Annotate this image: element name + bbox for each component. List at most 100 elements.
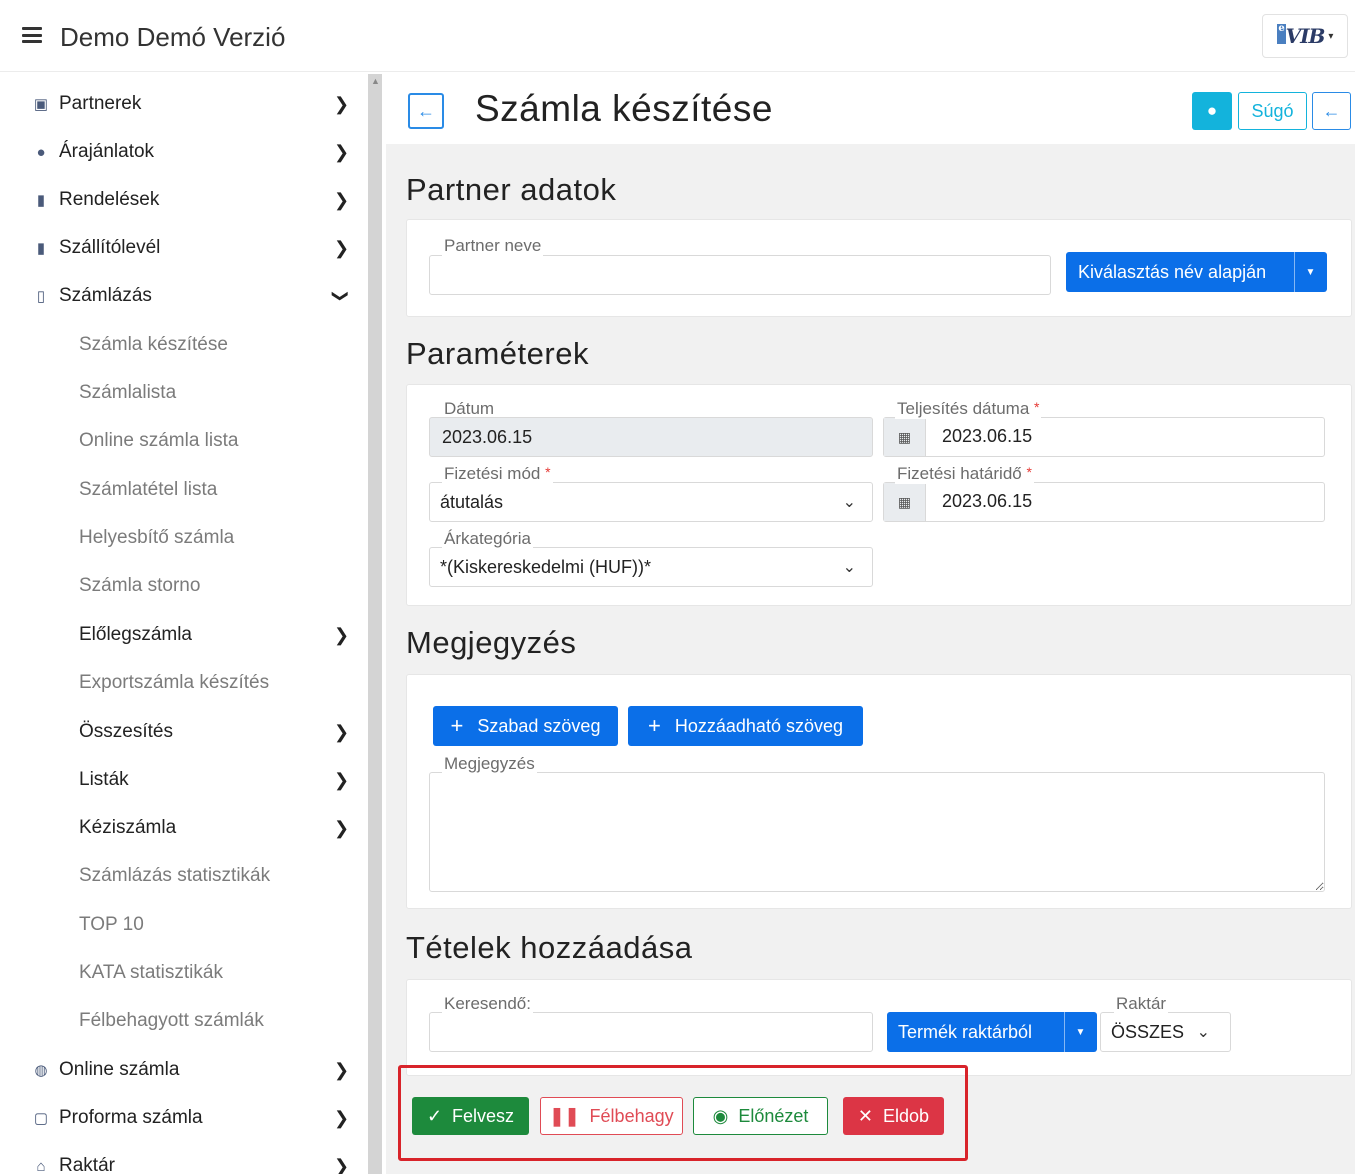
product-from-warehouse-button[interactable]: Termék raktárból ▼ (887, 1012, 1097, 1052)
chat-bubble-icon: ● (1206, 101, 1218, 120)
sidebar-item-label: Számlalista (79, 382, 177, 403)
chevron-right-icon: ❯ (334, 624, 350, 645)
note-card: + Szabad szöveg + Hozzáadható szöveg Meg… (406, 674, 1352, 909)
page-header: ← Számla készítése ● Súgó ← (386, 74, 1355, 144)
sidebar-item-online-szamla-lista[interactable]: Online számla lista (6, 419, 368, 463)
caret-down-icon[interactable]: ▼ (1294, 252, 1326, 292)
sidebar-scrollbar[interactable]: ▲ (368, 74, 382, 1174)
sidebar-item-helyesbito-szamla[interactable]: Helyesbítő számla (6, 516, 368, 560)
sidebar-item-arajanlatok[interactable]: ● Árajánlatok ❯ (6, 130, 368, 174)
sidebar-item-listak[interactable]: Listák ❯ (6, 758, 368, 802)
payment-method-select[interactable]: átutalás ⌄ (429, 482, 873, 522)
app-title: Demo Demó Verzió (60, 22, 286, 52)
chevron-right-icon: ❯ (334, 817, 350, 838)
sidebar-item-szamla-storno[interactable]: Számla storno (6, 564, 368, 608)
free-text-button[interactable]: + Szabad szöveg (433, 706, 618, 746)
price-category-value: *(Kiskereskedelmi (HUF))* (440, 556, 652, 577)
sidebar-item-label: Számlázás (59, 285, 152, 306)
sidebar-item-proforma-szamla[interactable]: ▢ Proforma számla ❯ (6, 1096, 368, 1140)
chevron-down-icon: ⌄ (1196, 1024, 1210, 1041)
free-text-label: Szabad szöveg (477, 715, 601, 736)
addable-text-button[interactable]: + Hozzáadható szöveg (628, 706, 863, 746)
close-icon: ✕ (857, 1105, 874, 1126)
sidebar-item-label: TOP 10 (79, 914, 144, 935)
chevron-right-icon: ❯ (334, 721, 350, 742)
sidebar-item-exportszamla[interactable]: Exportszámla készítés (6, 661, 368, 705)
sidebar-item-kata-statisztikak[interactable]: KATA statisztikák (6, 951, 368, 995)
evib-logo-icon: eVIB (1276, 23, 1325, 48)
calendar-icon[interactable]: ▦ (884, 483, 926, 521)
arrow-left-icon: ← (417, 100, 435, 121)
select-by-name-button[interactable]: Kiválasztás név alapján ▼ (1066, 252, 1327, 292)
sidebar-item-szamlatetel-lista[interactable]: Számlatétel lista (6, 468, 368, 512)
calendar-icon[interactable]: ▦ (884, 418, 926, 456)
eye-icon: ◉ (712, 1105, 729, 1126)
sidebar-item-szamla-keszitese[interactable]: Számla készítése (6, 323, 368, 367)
plus-icon: + (450, 713, 464, 738)
sidebar-item-label: Listák (79, 769, 129, 790)
fulfilment-date-input[interactable]: ▦ 2023.06.15 (883, 417, 1325, 457)
back-button[interactable]: ← (408, 93, 444, 129)
sidebar-item-top10[interactable]: TOP 10 (6, 903, 368, 947)
main-content: ← Számla készítése ● Súgó ← Partner adat… (386, 74, 1355, 1174)
sidebar-item-keziszamla[interactable]: Kéziszámla ❯ (6, 806, 368, 850)
user-menu-button[interactable]: eVIB ▾ (1262, 14, 1348, 58)
select-by-name-label: Kiválasztás név alapján (1078, 261, 1267, 282)
save-label: Felvesz (452, 1105, 515, 1126)
warehouse-select[interactable]: ÖSSZES ⌄ (1100, 1012, 1231, 1052)
item-search-input[interactable] (429, 1012, 873, 1052)
invoice-icon: ▯ (36, 288, 46, 305)
caret-down-icon: ▾ (1328, 30, 1334, 42)
sidebar-item-szamlalista[interactable]: Számlalista (6, 371, 368, 415)
item-search-label: Keresendő: (442, 994, 533, 1014)
sidebar-item-label: Összesítés (79, 721, 173, 742)
sidebar-item-online-szamla[interactable]: ◍ Online számla ❯ (6, 1048, 368, 1092)
sidebar-item-partnerek[interactable]: ▣ Partnerek ❯ (6, 82, 368, 126)
discard-button[interactable]: ✕ Eldob (843, 1097, 944, 1135)
page-title: Számla készítése (475, 88, 773, 129)
hamburger-menu-icon[interactable] (22, 27, 42, 43)
caret-down-icon[interactable]: ▼ (1064, 1012, 1096, 1052)
check-icon: ✓ (426, 1105, 443, 1126)
pause-button[interactable]: ❚❚ Félbehagy (540, 1097, 683, 1135)
date-label: Dátum (444, 399, 495, 418)
sidebar-item-elolegszamla[interactable]: Előlegszámla ❯ (6, 613, 368, 657)
sidebar-item-label: Exportszámla készítés (79, 672, 270, 693)
help-button[interactable]: Súgó (1238, 92, 1307, 130)
sidebar-item-label: Számla storno (79, 575, 201, 596)
save-button[interactable]: ✓ Felvesz (412, 1097, 529, 1135)
preview-button[interactable]: ◉ Előnézet (693, 1097, 828, 1135)
chat-button[interactable]: ● (1192, 92, 1232, 130)
partner-card: Partner neve Kiválasztás név alapján ▼ (406, 219, 1352, 317)
sidebar-item-rendelesek[interactable]: ▮ Rendelések ❯ (6, 178, 368, 222)
partner-name-input[interactable] (429, 255, 1051, 295)
sidebar: ▣ Partnerek ❯ ● Árajánlatok ❯ ▮ Rendelés… (6, 74, 368, 1174)
sidebar-item-osszesites[interactable]: Összesítés ❯ (6, 710, 368, 754)
payment-method-label: Fizetési mód * (442, 464, 553, 484)
sidebar-item-label: Helyesbítő számla (79, 527, 235, 548)
pause-icon: ❚❚ (549, 1105, 580, 1126)
params-card: 2023.06.15 Dátum ▦ 2023.06.15 Teljesítés… (406, 384, 1352, 606)
sidebar-item-szamlazas[interactable]: ▯ Számlázás ❯ (6, 274, 368, 318)
price-category-select[interactable]: *(Kiskereskedelmi (HUF))* ⌄ (429, 547, 873, 587)
header-back-button[interactable]: ← (1312, 92, 1351, 130)
fulfilment-date-value: 2023.06.15 (942, 426, 1033, 446)
note-textarea[interactable] (429, 772, 1325, 892)
payment-deadline-input[interactable]: ▦ 2023.06.15 (883, 482, 1325, 522)
payment-method-value: átutalás (440, 491, 504, 512)
date-input: 2023.06.15 (429, 417, 873, 457)
sidebar-item-szamlazas-statisztikak[interactable]: Számlázás statisztikák (6, 854, 368, 898)
scroll-up-arrow-icon[interactable]: ▲ (371, 76, 380, 86)
sidebar-item-raktar[interactable]: ⌂ Raktár ❯ (6, 1144, 368, 1174)
chevron-down-icon: ⌄ (842, 494, 856, 511)
sidebar-item-szallitolevel[interactable]: ▮ Szállítólevél ❯ (6, 226, 368, 270)
sidebar-item-felbehagyott-szamlak[interactable]: Félbehagyott számlák (6, 999, 368, 1043)
items-card: Keresendő: Termék raktárból ▼ ÖSSZES ⌄ R… (406, 979, 1352, 1076)
sidebar-item-label: Árajánlatok (59, 141, 155, 162)
note-field-label: Megjegyzés (442, 754, 537, 774)
sidebar-item-label: Partnerek (59, 93, 142, 114)
preview-label: Előnézet (738, 1105, 809, 1126)
sidebar-item-label: Előlegszámla (79, 624, 192, 645)
chevron-right-icon: ❯ (334, 141, 350, 162)
sidebar-item-label: Proforma számla (59, 1107, 203, 1128)
